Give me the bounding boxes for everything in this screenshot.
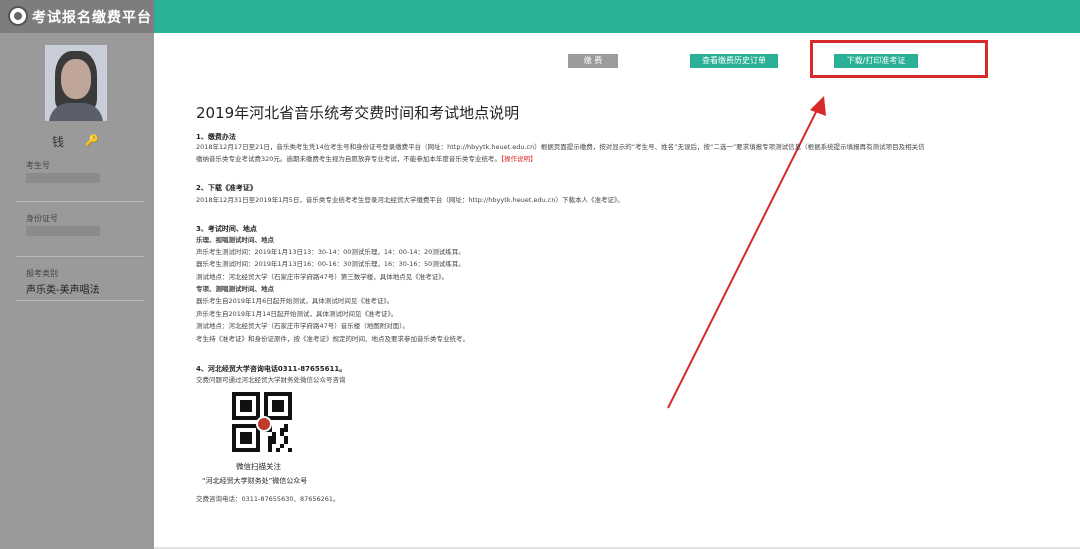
section-1-text: 缴纳音乐类专业考试费320元。逾期未缴费考生视为自愿放弃专业考试，不能参加本年度…: [196, 155, 501, 163]
payment-phone: 交费咨询电话：0311-87655630、87656261。: [196, 495, 340, 503]
qr-module: [272, 440, 276, 444]
section-1-heading: 1、缴费办法: [196, 133, 236, 141]
qr-account-name: “河北经贸大学财务处”微信公众号: [202, 477, 308, 485]
operation-guide-link[interactable]: 【操作说明】: [501, 155, 537, 163]
qr-caption: 微信扫描关注: [236, 462, 281, 471]
section-3-line: 测试地点：河北经贸大学（石家庄市学府路47号）音乐楼（地图附对面）。: [196, 322, 410, 330]
student-no-value: [26, 173, 100, 183]
section-3-subheading: 乐理、视唱测试时间、地点: [196, 236, 274, 244]
divider: [16, 300, 144, 301]
annotation-arrow: [667, 96, 826, 409]
qr-module: [284, 428, 288, 432]
category-label: 报考类别: [26, 269, 58, 278]
section-2-heading: 2、下载《准考证》: [196, 184, 257, 192]
section-3-line: 考生持《准考证》和身份证原件，按《准考证》规定的时间、地点及要求参加音乐类专业统…: [196, 335, 469, 343]
top-bar: [154, 0, 1080, 33]
section-1-line-1: 2018年12月17日至21日，音乐类考生凭14位考生号和身份证号登录缴费平台（…: [196, 143, 925, 151]
user-name: 钱: [52, 135, 65, 149]
section-3-line: 声乐考生测试时间：2019年1月13日13：30-14：00测试乐理，14：00…: [196, 248, 465, 256]
qr-finder: [272, 400, 284, 412]
avatar: [45, 45, 107, 121]
app-title: 考试报名缴费平台: [32, 10, 152, 26]
section-4-line-1: 交费问题可通过河北经贸大学财务处微信公众号咨询: [196, 376, 346, 384]
student-no-label: 考生号: [26, 161, 50, 170]
document-title: 2019年河北省音乐统考交费时间和考试地点说明: [196, 104, 520, 122]
category-value: 声乐类-美声唱法: [26, 285, 100, 296]
id-value: [26, 226, 100, 236]
section-1-line-2: 缴纳音乐类专业考试费320元。逾期未缴费考生视为自愿放弃专业考试，不能参加本年度…: [196, 155, 537, 164]
pay-button[interactable]: 缴 费: [568, 54, 618, 68]
annotation-highlight-box: [810, 40, 988, 78]
qr-finder: [240, 432, 252, 444]
id-label: 身份证号: [26, 214, 58, 223]
qr-module: [268, 448, 272, 452]
qr-module: [276, 448, 280, 452]
qr-module: [288, 448, 292, 452]
section-3-line: 器乐考生自2019年1月6日起开始测试，具体测试时间见《准考证》。: [196, 297, 394, 305]
qr-finder: [240, 400, 252, 412]
section-3-line: 声乐考生自2019年1月14日起开始测试，具体测试时间见《准考证》。: [196, 310, 398, 318]
section-3-subheading: 专项、测唱测试时间、地点: [196, 285, 274, 293]
section-3-line: 测试地点：河北经贸大学（石家庄市学府路47号）第三数学楼，具体地点见《准考证》。: [196, 273, 449, 281]
section-2-line-1: 2018年12月31日至2019年1月5日，音乐类专业统考考生登录河北经贸大学缴…: [196, 196, 624, 204]
section-4-heading: 4、河北经贸大学咨询电话0311-87655611。: [196, 365, 347, 373]
qr-module: [284, 440, 288, 444]
section-3-heading: 3、考试时间、地点: [196, 225, 257, 233]
brand-header: 考试报名缴费平台: [0, 0, 154, 33]
university-logo-icon: [8, 6, 28, 26]
divider: [16, 256, 144, 257]
sidebar: 考试报名缴费平台 钱 🔑 考生号 身份证号 报考类别 声乐类-美声唱法: [0, 0, 154, 549]
section-3-line: 器乐考生测试时间：2019年1月13日16：00-16：30测试乐理，16：30…: [196, 260, 465, 268]
wechat-qr-code: [232, 392, 292, 452]
qr-module: [280, 444, 284, 448]
key-icon[interactable]: 🔑: [85, 134, 99, 147]
view-history-orders-button[interactable]: 查看缴费历史订单: [690, 54, 778, 68]
qr-center-logo: [256, 416, 272, 432]
divider: [16, 201, 144, 202]
avatar-face: [61, 59, 91, 99]
